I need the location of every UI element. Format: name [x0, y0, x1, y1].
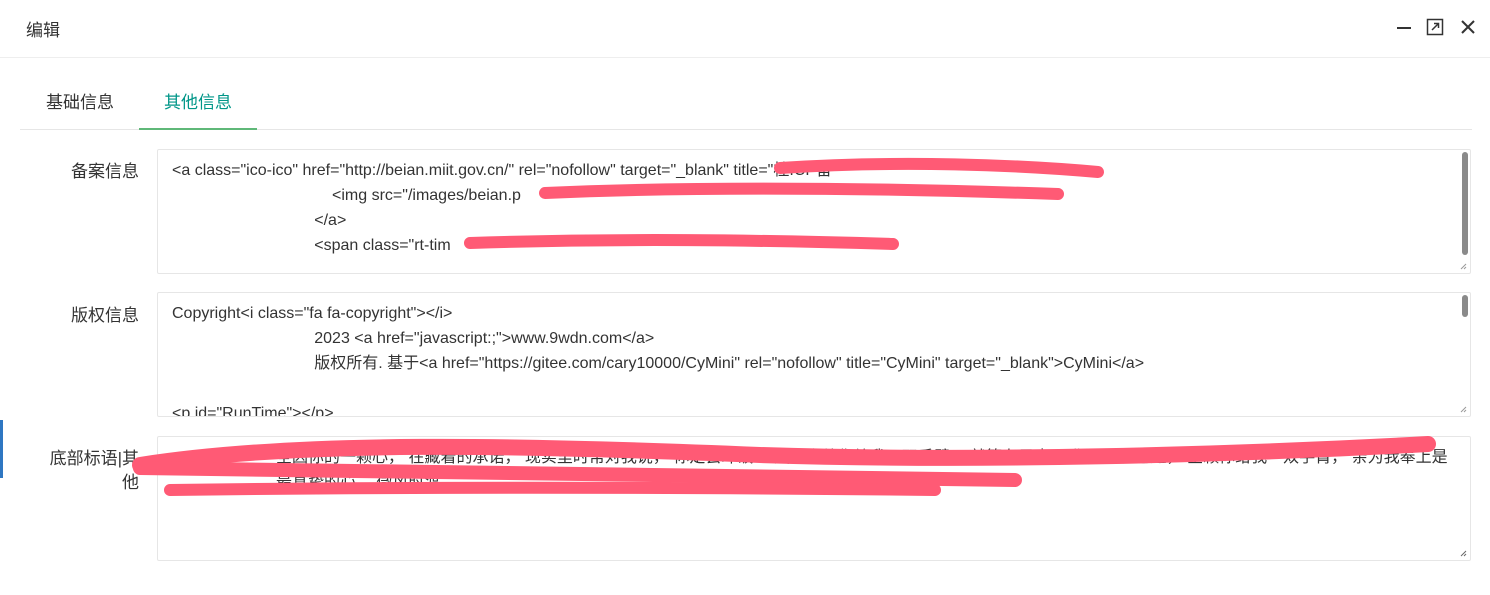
beian-textarea[interactable]: <a class="ico-ico" href="http://beian.mi…: [157, 149, 1471, 274]
minimize-button[interactable]: [1392, 15, 1416, 39]
close-button[interactable]: [1456, 15, 1480, 39]
copyright-label: 版权信息: [71, 306, 139, 325]
beian-scrollbar[interactable]: [1462, 152, 1468, 255]
footer-label: 底部标语|其他: [49, 449, 139, 492]
footer-text: 全因你的一颗心， 在藏着的承诺， 现实里时常对我说， 你定会冲破一切， 全赖你给…: [276, 449, 1448, 491]
copyright-scrollbar[interactable]: [1462, 295, 1468, 317]
beian-text: <a class="ico-ico" href="http://beian.mi…: [172, 162, 833, 254]
resize-handle-icon[interactable]: [1458, 261, 1467, 270]
edit-dialog: 编辑 基础信息 其他信息 备案信息 <a class="ico-ico" hre…: [0, 0, 1490, 595]
minimize-icon: [1397, 27, 1411, 29]
maximize-icon: [1426, 18, 1444, 36]
left-edge-marker: [0, 420, 3, 478]
beian-label: 备案信息: [71, 162, 139, 181]
footer-textarea[interactable]: 全因你的一颗心， 在藏着的承诺， 现实里时常对我说， 你定会冲破一切， 全赖你给…: [157, 436, 1471, 561]
resize-handle-icon[interactable]: [1458, 548, 1467, 557]
copyright-text: Copyright<i class="fa fa-copyright"></i>…: [172, 305, 1145, 417]
tab-basic-info[interactable]: 基础信息: [28, 80, 132, 130]
footer-row: 底部标语|其他 全因你的一颗心， 在藏着的承诺， 现实里时常对我说， 你定会冲破…: [0, 436, 1490, 561]
resize-handle-icon[interactable]: [1458, 404, 1467, 413]
dialog-title: 编辑: [26, 21, 60, 40]
beian-row: 备案信息 <a class="ico-ico" href="http://bei…: [0, 149, 1490, 274]
tab-other-info[interactable]: 其他信息: [139, 80, 257, 130]
close-icon: [1461, 20, 1475, 34]
maximize-button[interactable]: [1423, 15, 1447, 39]
copyright-textarea[interactable]: Copyright<i class="fa fa-copyright"></i>…: [157, 292, 1471, 417]
dialog-titlebar: 编辑: [0, 0, 1490, 58]
copyright-row: 版权信息 Copyright<i class="fa fa-copyright"…: [0, 292, 1490, 417]
tab-bar: 基础信息 其他信息: [20, 80, 1472, 130]
